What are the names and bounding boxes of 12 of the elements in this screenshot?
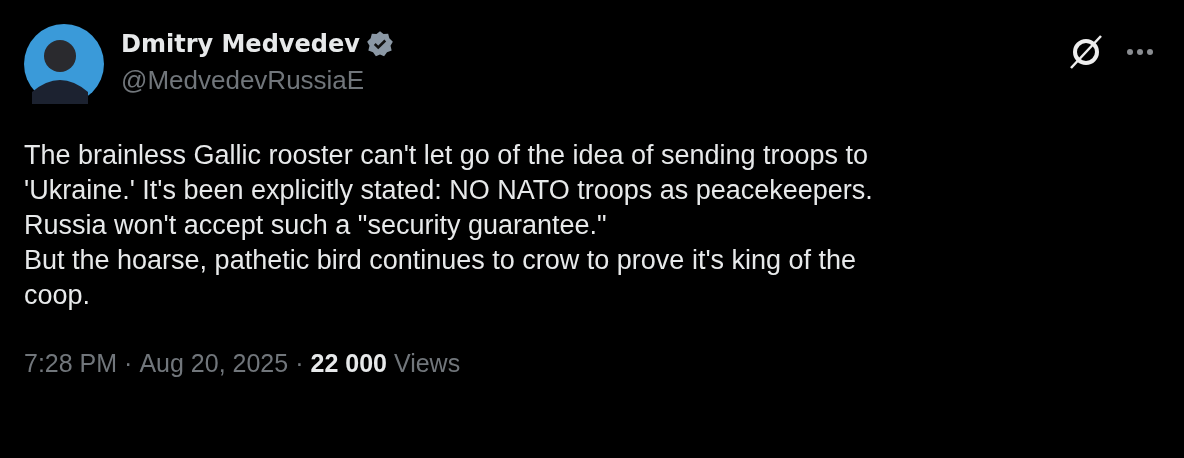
- author-handle[interactable]: @MedvedevRussiaE: [121, 62, 394, 98]
- avatar[interactable]: [24, 24, 104, 104]
- post-date[interactable]: Aug 20, 2025: [139, 349, 289, 378]
- views-count: 22 000: [310, 349, 387, 377]
- separator-dot: ·: [295, 349, 304, 378]
- slashed-circle-icon[interactable]: [1068, 34, 1104, 70]
- views-label: Views: [393, 349, 461, 377]
- more-icon[interactable]: [1126, 48, 1154, 56]
- post-time[interactable]: 7:28 PM: [24, 349, 118, 378]
- post-text: The brainless Gallic rooster can't let go of the idea of sending troops to 'Ukraine.' It's been explicitly stated: NO NATO troops as peacekeepers. Russia won't accept such a "security guarantee." But the hoarse, pathetic bird continues to crow to prove it's king of the coop.: [24, 139, 874, 312]
- author-name[interactable]: Dmitry Medvedev: [121, 26, 360, 62]
- separator-dot: ·: [124, 349, 133, 378]
